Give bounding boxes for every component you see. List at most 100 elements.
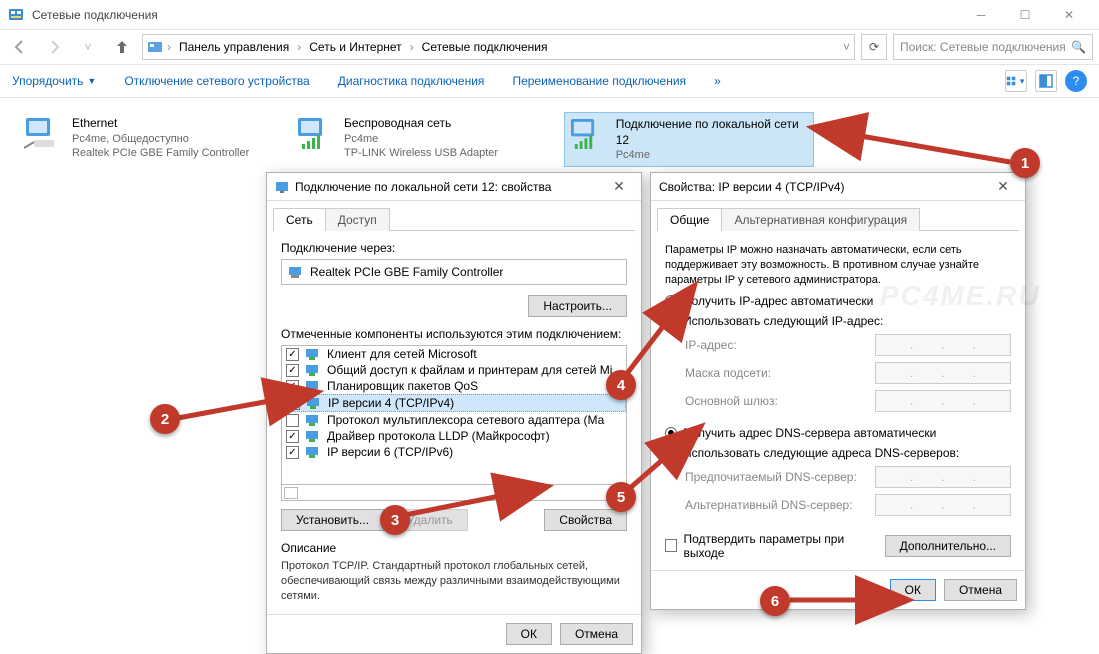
cmd-diagnose[interactable]: Диагностика подключения [338,74,485,88]
cancel-button[interactable]: Отмена [944,579,1017,601]
refresh-button[interactable]: ⟳ [861,34,887,60]
close-button[interactable]: ✕ [1047,1,1091,29]
watermark: PC4ME.RU [880,280,1041,312]
properties-button[interactable]: Свойства [544,509,627,531]
tab-general[interactable]: Общие [657,208,722,231]
connection-status: Pc4me [616,148,809,162]
cmd-rename[interactable]: Переименование подключения [512,74,686,88]
ip-label: IP-адрес: [685,338,865,352]
configure-button[interactable]: Настроить... [528,295,627,317]
recent-dropdown[interactable]: ˅ [74,33,102,61]
radio-icon [665,447,677,459]
control-panel-icon [8,7,24,23]
cancel-button[interactable]: Отмена [560,623,633,645]
dialog-close-button[interactable]: ✕ [989,175,1017,199]
connection-device: Realtek PCIe GBE Family Controller [72,146,249,160]
forward-button[interactable] [40,33,68,61]
breadcrumb-dropdown[interactable]: ˅ [843,40,850,54]
component-row[interactable]: ✓Общий доступ к файлам и принтерам для с… [282,362,626,378]
advanced-button[interactable]: Дополнительно... [885,535,1011,557]
wifi-icon [296,116,336,152]
radio-auto-dns[interactable]: Получить адрес DNS-сервера автоматически [665,426,1011,440]
callout-3: 3 [380,505,410,535]
protocol-icon [305,413,321,427]
radio-manual-ip[interactable]: Использовать следующий IP-адрес: [665,314,1011,328]
tab-sharing[interactable]: Доступ [325,208,390,231]
breadcrumb[interactable]: › Панель управления › Сеть и Интернет › … [142,34,855,60]
validate-checkbox[interactable] [665,539,677,552]
maximize-button[interactable]: ☐ [1003,1,1047,29]
adapter-name: Realtek PCIe GBE Family Controller [310,265,503,279]
component-row[interactable]: ✓Планировщик пакетов QoS [282,378,626,394]
dns2-input: ... [875,494,1011,516]
breadcrumb-item[interactable]: Сетевые подключения [418,40,552,54]
view-options-button[interactable]: ▼ [1005,70,1027,92]
mask-input: ... [875,362,1011,384]
tab-alternate[interactable]: Альтернативная конфигурация [721,208,920,231]
preview-pane-button[interactable] [1035,70,1057,92]
connection-status: Pc4me, Общедоступно [72,132,249,146]
horizontal-scrollbar[interactable] [281,485,627,501]
connection-name: Беспроводная сеть [344,116,498,132]
protocol-icon [305,429,321,443]
component-label: IP версии 6 (TCP/IPv6) [327,445,453,459]
component-row[interactable]: ✓ IP версии 6 (TCP/IPv6) [282,444,626,460]
ok-button[interactable]: ОК [890,579,936,601]
dns1-input: ... [875,466,1011,488]
validate-label: Подтвердить параметры при выходе [683,532,878,560]
window-buttons: ─ ☐ ✕ [959,1,1091,29]
connection-device: TP-LINK Wireless USB Adapter [344,146,498,160]
checkbox[interactable]: ✓ [286,364,299,377]
component-row[interactable]: ✓Клиент для сетей Microsoft [282,346,626,362]
component-row[interactable]: ✓IP версии 4 (TCP/IPv4) [282,394,626,412]
dns2-label: Альтернативный DNS-сервер: [685,498,865,512]
minimize-button[interactable]: ─ [959,1,1003,29]
connection-item-selected[interactable]: Подключение по локальной сети 12 Pc4me [564,112,814,167]
help-button[interactable]: ? [1065,70,1087,92]
callout-1: 1 [1010,148,1040,178]
components-list[interactable]: ✓Клиент для сетей Microsoft✓Общий доступ… [281,345,627,485]
breadcrumb-item[interactable]: Панель управления [175,40,293,54]
cmd-organize[interactable]: Упорядочить ▼ [12,74,96,88]
install-button[interactable]: Установить... [281,509,384,531]
up-button[interactable] [108,33,136,61]
components-label: Отмеченные компоненты используются этим … [281,327,627,341]
checkbox[interactable]: ✓ [286,446,299,459]
connection-item[interactable]: Беспроводная сеть Pc4me TP-LINK Wireless… [292,112,542,167]
cmd-disable[interactable]: Отключение сетевого устройства [124,74,309,88]
connections-area: Ethernet Pc4me, Общедоступно Realtek PCI… [0,98,1099,181]
breadcrumb-item[interactable]: Сеть и Интернет [305,40,405,54]
cmd-more[interactable]: » [714,74,721,88]
connection-name: Ethernet [72,116,249,132]
dns1-label: Предпочитаемый DNS-сервер: [685,470,865,484]
connection-item[interactable]: Ethernet Pc4me, Общедоступно Realtek PCI… [20,112,270,167]
checkbox[interactable]: ✓ [286,430,299,443]
tab-network[interactable]: Сеть [273,208,326,231]
dialog-close-button[interactable]: ✕ [605,175,633,199]
component-row[interactable]: Протокол мультиплексора сетевого адаптер… [282,412,626,428]
dialog-title: Свойства: IP версии 4 (TCP/IPv4) [659,180,983,194]
checkbox[interactable]: ✓ [286,348,299,361]
description-title: Описание [281,541,627,555]
protocol-icon [305,445,321,459]
radio-icon [665,315,677,327]
connection-properties-dialog: Подключение по локальной сети 12: свойст… [266,172,642,654]
checkbox[interactable] [286,414,299,427]
lan-icon [569,117,608,153]
protocol-icon [306,396,322,410]
callout-4: 4 [606,370,636,400]
search-input[interactable]: Поиск: Сетевые подключения 🔍 [893,34,1093,60]
checkbox[interactable]: ✓ [287,397,300,410]
ip-input: ... [875,334,1011,356]
radio-manual-dns[interactable]: Использовать следующие адреса DNS-сервер… [665,446,1011,460]
breadcrumb-icon [147,39,163,55]
ok-button[interactable]: ОК [506,623,552,645]
back-button[interactable] [6,33,34,61]
checkbox[interactable]: ✓ [286,380,299,393]
component-row[interactable]: ✓Драйвер протокола LLDP (Майкрософт) [282,428,626,444]
dialog-title: Подключение по локальной сети 12: свойст… [295,180,599,194]
dialog-icon [275,180,289,194]
adapter-icon [288,265,304,279]
mask-label: Маска подсети: [685,366,865,380]
description-text: Протокол TCP/IP. Стандартный протокол гл… [281,559,627,604]
